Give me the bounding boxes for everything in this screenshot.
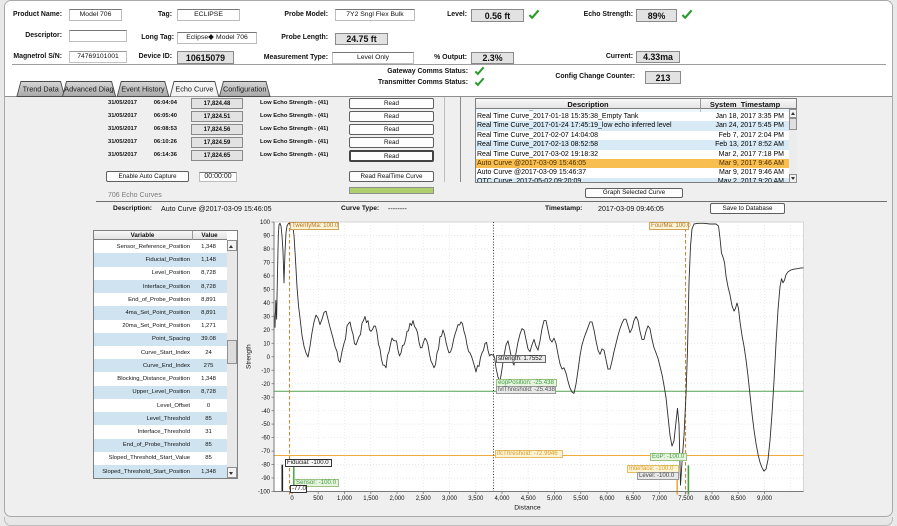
svg-text:8,000: 8,000 [704, 496, 720, 502]
svg-text:-30: -30 [261, 395, 270, 401]
svg-text:0: 0 [290, 496, 294, 502]
svg-text:0: 0 [267, 355, 271, 361]
svg-text:1,000: 1,000 [337, 496, 353, 502]
svg-text:90: 90 [263, 234, 270, 240]
svg-text:2,000: 2,000 [389, 496, 405, 502]
svg-text:40: 40 [263, 301, 270, 307]
svg-text:60: 60 [263, 274, 270, 280]
svg-text:20: 20 [263, 328, 270, 334]
svg-text:5,000: 5,000 [547, 496, 563, 502]
svg-text:-100: -100 [258, 490, 271, 496]
svg-text:100: 100 [260, 220, 271, 226]
svg-text:-70: -70 [261, 449, 270, 455]
svg-text:-40: -40 [261, 409, 270, 415]
svg-text:4,500: 4,500 [521, 496, 537, 502]
svg-text:70: 70 [263, 261, 270, 267]
svg-text:6,500: 6,500 [626, 496, 642, 502]
svg-text:3,500: 3,500 [468, 496, 484, 502]
svg-text:7,500: 7,500 [678, 496, 694, 502]
svg-text:Trend Data: Trend Data [23, 85, 60, 94]
svg-text:1,500: 1,500 [363, 496, 379, 502]
svg-text:5,500: 5,500 [573, 496, 589, 502]
svg-text:8,500: 8,500 [731, 496, 747, 502]
svg-text:Configuration: Configuration [223, 85, 266, 94]
svg-text:Advanced Diag: Advanced Diag [64, 85, 114, 94]
svg-text:-20: -20 [261, 382, 270, 388]
svg-text:80: 80 [263, 247, 270, 253]
svg-text:Event History: Event History [121, 85, 165, 94]
svg-text:4,000: 4,000 [494, 496, 510, 502]
svg-text:7,000: 7,000 [652, 496, 668, 502]
svg-text:2,500: 2,500 [416, 496, 432, 502]
svg-text:6,000: 6,000 [599, 496, 615, 502]
svg-text:-90: -90 [261, 476, 270, 482]
svg-text:30: 30 [263, 314, 270, 320]
svg-text:9,000: 9,000 [757, 496, 773, 502]
svg-text:50: 50 [263, 288, 270, 294]
svg-text:3,000: 3,000 [442, 496, 458, 502]
svg-text:500: 500 [313, 496, 324, 502]
svg-text:Distance: Distance [514, 505, 541, 512]
svg-text:-60: -60 [261, 436, 270, 442]
svg-text:-10: -10 [261, 368, 270, 374]
svg-text:-80: -80 [261, 463, 270, 469]
svg-text:Echo Curve: Echo Curve [175, 85, 213, 94]
svg-text:-50: -50 [261, 422, 270, 428]
svg-text:Strength: Strength [246, 344, 253, 369]
svg-text:10: 10 [263, 341, 270, 347]
